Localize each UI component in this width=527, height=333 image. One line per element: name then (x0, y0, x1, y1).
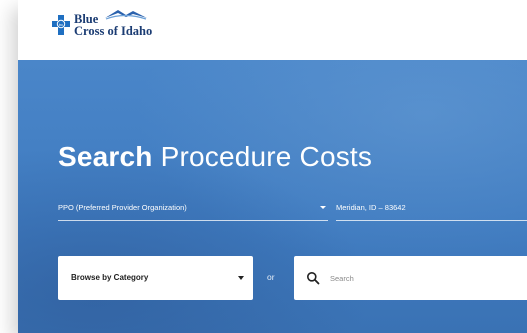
location-value: Meridian, ID – 83642 (336, 203, 406, 212)
blue-cross-shield-icon: bc (52, 15, 70, 35)
hero-section: Search Procedure Costs PPO (Preferred Pr… (18, 60, 527, 333)
brand-name-line2: Cross of Idaho (74, 24, 153, 38)
mountain-swoosh-icon (104, 8, 148, 20)
caret-down-icon (238, 276, 244, 280)
search-placeholder: Search (330, 274, 354, 283)
location-field[interactable]: Meridian, ID – 83642 (336, 196, 527, 221)
browse-by-category-dropdown[interactable]: Browse by Category (58, 256, 253, 300)
search-icon (306, 271, 320, 290)
page-title: Search Procedure Costs (58, 141, 372, 173)
or-separator: or (267, 272, 275, 282)
site-header: bc Blue Cross of Idaho (18, 0, 527, 60)
svg-text:bc: bc (59, 22, 63, 27)
procedure-search-input[interactable]: Search (294, 256, 527, 300)
page-title-bold: Search (58, 141, 153, 172)
plan-type-select[interactable]: PPO (Preferred Provider Organization) (58, 196, 328, 221)
browse-by-category-label: Browse by Category (71, 273, 149, 282)
page-frame: bc Blue Cross of Idaho Search Procedure … (18, 0, 527, 333)
plan-type-value: PPO (Preferred Provider Organization) (58, 203, 187, 212)
page-title-rest: Procedure Costs (160, 141, 373, 172)
brand-logo[interactable]: bc Blue Cross of Idaho (52, 10, 153, 38)
caret-down-icon (320, 206, 326, 209)
